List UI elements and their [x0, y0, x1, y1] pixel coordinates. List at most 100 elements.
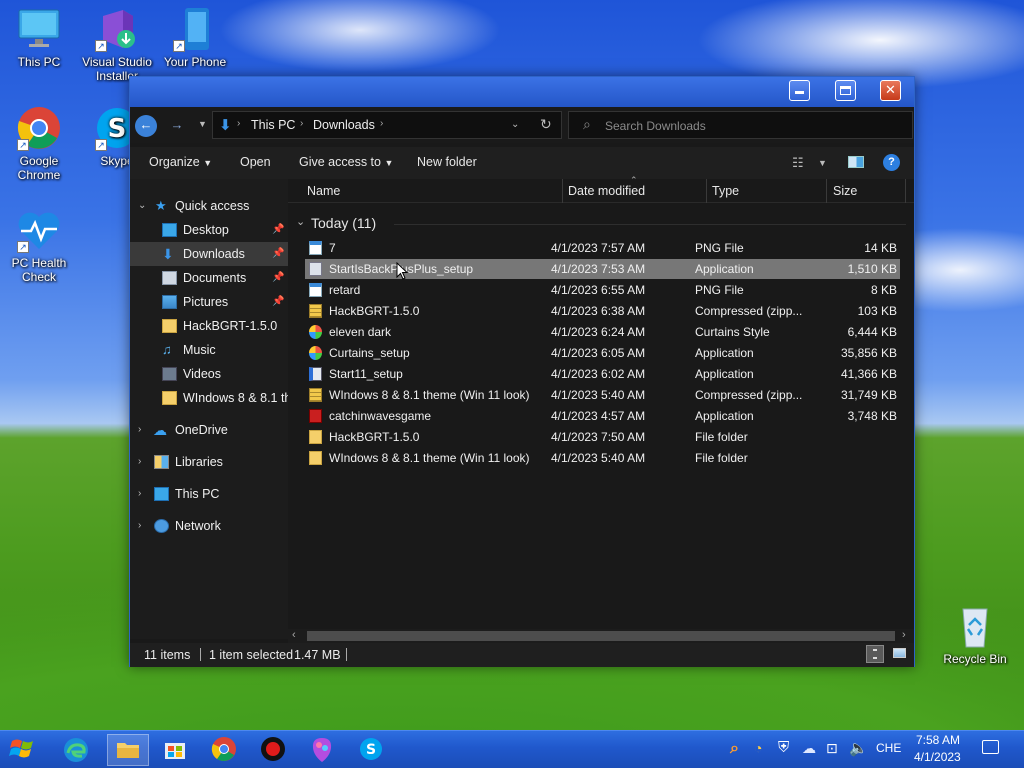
desktop-icon-pc-health-check[interactable]: ↗ PC Health Check — [1, 207, 77, 284]
open-button[interactable]: Open — [240, 155, 271, 169]
title-bar[interactable]: ✕ — [130, 77, 914, 107]
preview-pane-icon[interactable] — [848, 156, 864, 168]
large-icons-view-icon — [892, 648, 906, 658]
scroll-left-icon[interactable]: ‹ — [292, 629, 296, 641]
organize-button[interactable]: Organize ▼ — [149, 155, 212, 169]
clock-time[interactable]: 7:58 AM — [916, 733, 960, 747]
security-shield-icon[interactable]: ⛨ — [778, 739, 789, 756]
column-divider[interactable] — [826, 179, 827, 203]
new-folder-button[interactable]: New folder — [417, 155, 477, 169]
file-date: 4/1/2023 6:38 AM — [551, 304, 646, 318]
file-row[interactable]: 7 4/1/2023 7:57 AM PNG File 14 KB — [305, 238, 900, 258]
close-button[interactable]: ✕ — [880, 80, 901, 101]
search-input[interactable] — [605, 117, 895, 135]
nav-pictures[interactable]: Pictures 📌 — [130, 290, 288, 314]
taskbar-chrome[interactable] — [209, 736, 239, 764]
network-icon[interactable]: ⊡ — [826, 740, 838, 757]
help-icon[interactable]: ? — [883, 154, 900, 171]
chevron-down-icon: ▼ — [203, 158, 213, 168]
maximize-button[interactable] — [835, 80, 856, 101]
nav-libraries[interactable]: › Libraries — [130, 450, 288, 474]
column-divider[interactable] — [905, 179, 906, 203]
volume-icon[interactable]: 🔈 — [849, 739, 868, 757]
scrollbar-thumb[interactable] — [307, 631, 895, 641]
nav-downloads[interactable]: ⬇ Downloads 📌 — [130, 242, 288, 266]
file-row[interactable]: WIndows 8 & 8.1 theme (Win 11 look) 4/1/… — [305, 385, 900, 405]
action-center-icon[interactable] — [982, 740, 999, 754]
maximize-icon — [840, 86, 851, 95]
cloud-sync-icon[interactable]: ☁ — [802, 740, 816, 757]
view-options-chevron-icon[interactable]: ▼ — [818, 158, 827, 168]
back-button[interactable]: ← — [135, 115, 157, 137]
clock-date[interactable]: 4/1/2023 — [914, 750, 961, 764]
breadcrumb-downloads[interactable]: Downloads — [313, 118, 375, 132]
address-bar[interactable]: ⬇ › This PC › Downloads › ⌄ ↻ — [212, 111, 562, 139]
group-header-today[interactable]: ⌄ Today (11) — [296, 214, 906, 234]
nav-this-pc[interactable]: › This PC — [130, 482, 288, 506]
start-button[interactable] — [6, 736, 40, 764]
chevron-right-icon[interactable]: › — [138, 418, 141, 442]
file-row[interactable]: catchinwavesgame 4/1/2023 4:57 AM Applic… — [305, 406, 900, 426]
nav-quick-access[interactable]: ⌄ ★ Quick access — [130, 194, 288, 218]
nav-windows-theme[interactable]: WIndows 8 & 8.1 th — [130, 386, 288, 410]
taskbar-edge[interactable] — [61, 736, 91, 764]
scroll-right-icon[interactable]: › — [902, 629, 906, 641]
column-header-size[interactable]: Size — [833, 184, 857, 198]
file-row[interactable]: Curtains_setup 4/1/2023 6:05 AM Applicat… — [305, 343, 900, 363]
taskbar-record-app[interactable] — [258, 736, 288, 764]
file-row[interactable]: HackBGRT-1.5.0 4/1/2023 7:50 AM File fol… — [305, 427, 900, 447]
give-access-button[interactable]: Give access to ▼ — [299, 155, 393, 169]
nav-onedrive[interactable]: › ☁ OneDrive — [130, 418, 288, 442]
chevron-right-icon[interactable]: › — [138, 482, 141, 506]
details-view-button[interactable] — [866, 645, 884, 663]
file-row-selected[interactable]: StartIsBackPlusPlus_setup 4/1/2023 7:53 … — [305, 259, 900, 280]
chevron-right-icon[interactable]: › — [138, 450, 141, 474]
taskbar-paint-app[interactable] — [307, 736, 337, 764]
language-indicator[interactable]: CHE — [876, 741, 901, 755]
breadcrumb-this-pc[interactable]: This PC — [251, 118, 295, 132]
recent-locations-button[interactable]: ▼ — [198, 119, 207, 129]
file-row[interactable]: eleven dark 4/1/2023 6:24 AM Curtains St… — [305, 322, 900, 342]
desktop-icon-recycle-bin[interactable]: Recycle Bin — [937, 603, 1013, 666]
file-row[interactable]: retard 4/1/2023 6:55 AM PNG File 8 KB — [305, 280, 900, 300]
nav-music[interactable]: ♫ Music — [130, 338, 288, 362]
file-type: Compressed (zipp... — [695, 388, 803, 402]
large-icons-view-button[interactable] — [891, 646, 907, 662]
chevron-down-icon[interactable]: ⌄ — [138, 194, 146, 218]
windows-logo-icon — [9, 739, 33, 758]
status-divider — [346, 648, 347, 661]
minimize-button[interactable] — [789, 80, 810, 101]
nav-hackbgrt[interactable]: HackBGRT-1.5.0 — [130, 314, 288, 338]
nav-videos[interactable]: Videos — [130, 362, 288, 386]
status-selected-size: 1.47 MB — [294, 648, 341, 662]
forward-button[interactable]: → — [166, 115, 188, 137]
chevron-right-icon[interactable]: › — [138, 514, 141, 538]
nav-desktop[interactable]: Desktop 📌 — [130, 218, 288, 242]
file-row[interactable]: HackBGRT-1.5.0 4/1/2023 6:38 AM Compress… — [305, 301, 900, 321]
refresh-icon[interactable]: ↻ — [540, 116, 552, 133]
column-divider[interactable] — [562, 179, 563, 203]
column-header-name[interactable]: Name — [307, 184, 340, 198]
file-row[interactable]: WIndows 8 & 8.1 theme (Win 11 look) 4/1/… — [305, 448, 900, 468]
column-divider[interactable] — [706, 179, 707, 203]
nav-network[interactable]: › Network — [130, 514, 288, 538]
taskbar-file-explorer[interactable] — [107, 734, 149, 766]
file-size: 41,366 KB — [840, 367, 897, 381]
nav-documents[interactable]: Documents 📌 — [130, 266, 288, 290]
horizontal-scrollbar[interactable]: ‹ › — [288, 629, 914, 643]
change-view-icon[interactable]: ☷ — [792, 155, 804, 171]
column-header-date[interactable]: Date modified — [568, 184, 645, 198]
desktop-icon-visual-studio-installer[interactable]: ↗ Visual Studio Installer — [79, 6, 155, 83]
column-header-type[interactable]: Type — [712, 184, 739, 198]
search-box[interactable]: ⌕ — [568, 111, 913, 139]
taskbar-microsoft-store[interactable] — [160, 736, 190, 764]
address-dropdown-icon[interactable]: ⌄ — [511, 119, 519, 130]
notification-tray-icon[interactable]: ◔ — [754, 740, 762, 756]
search-icon[interactable]: ⌕ — [730, 740, 739, 758]
file-row[interactable]: Start11_setup 4/1/2023 6:02 AM Applicati… — [305, 364, 900, 384]
desktop-icon-your-phone[interactable]: ↗ Your Phone — [157, 6, 233, 69]
desktop-icon-this-pc[interactable]: This PC — [1, 6, 77, 69]
pin-icon: 📌 — [272, 272, 285, 283]
taskbar-skype[interactable]: S — [356, 736, 386, 764]
desktop-icon-google-chrome[interactable]: ↗ Google Chrome — [1, 105, 77, 182]
